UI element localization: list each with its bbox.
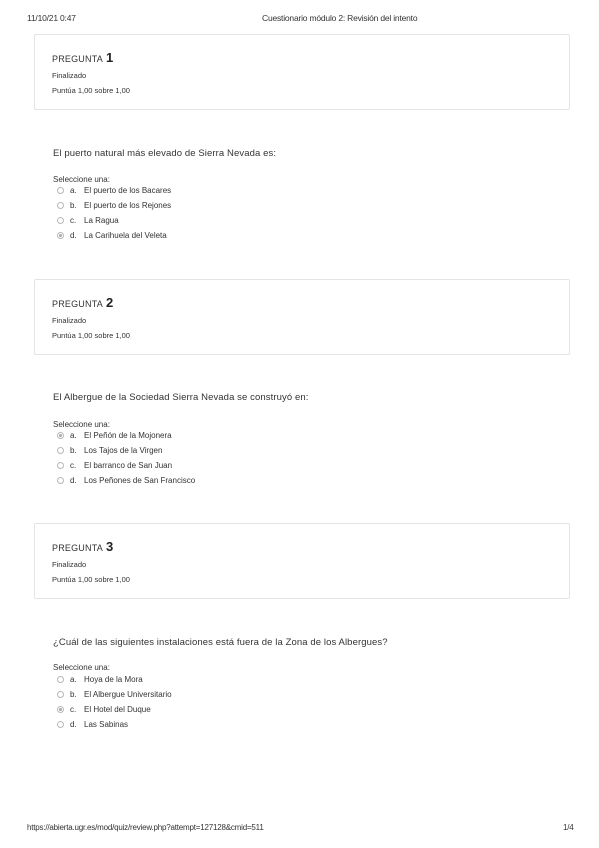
answer-options-2: a. El Peñón de la Mojonera b. Los Tajos de…	[57, 428, 195, 488]
option-text: El puerto de los Rejones	[84, 201, 172, 210]
option-letter: c.	[70, 216, 77, 225]
option-letter: d.	[70, 720, 77, 729]
question-label: PREGUNTA	[52, 543, 103, 553]
answer-options-3: a. Hoya de la Mora b. El Albergue Universi…	[57, 672, 172, 732]
answer-option[interactable]: d. Las Sabinas	[57, 717, 172, 732]
question-info-1: PREGUNTA 1 Finalizado Puntúa 1,00 sobre 1…	[34, 34, 570, 110]
option-text: El Peñón de la Mojonera	[84, 431, 172, 440]
question-heading: PREGUNTA 3	[52, 539, 113, 554]
answer-option[interactable]: b. El puerto de los Rejones	[57, 198, 171, 213]
question-state: Finalizado	[52, 316, 87, 325]
question-info-2: PREGUNTA 2 Finalizado Puntúa 1,00 sobre 1…	[34, 279, 570, 355]
question-heading: PREGUNTA 1	[52, 50, 113, 65]
option-text: El Hotel del Duque	[84, 705, 151, 714]
option-letter: b.	[70, 201, 77, 210]
radio-button[interactable]	[57, 217, 64, 224]
question-grade: Puntúa 1,00 sobre 1,00	[52, 86, 130, 95]
radio-button[interactable]	[57, 477, 64, 484]
answer-option[interactable]: c. El Hotel del Duque	[57, 702, 172, 717]
option-letter: d.	[70, 476, 77, 485]
question-state: Finalizado	[52, 71, 87, 80]
option-text: Los Peñones de San Francisco	[84, 476, 196, 485]
radio-button[interactable]	[57, 432, 64, 439]
radio-button[interactable]	[57, 462, 64, 469]
option-letter: b.	[70, 446, 77, 455]
option-text: Hoya de la Mora	[84, 675, 143, 684]
question-number: 1	[105, 50, 114, 65]
option-text: Los Tajos de la Virgen	[84, 446, 163, 455]
option-letter: c.	[70, 461, 77, 470]
question-label: PREGUNTA	[52, 54, 103, 64]
question-text-2: El Albergue de la Sociedad Sierra Nevada…	[53, 392, 309, 403]
option-letter: a.	[70, 431, 77, 440]
question-text-1: El puerto natural más elevado de Sierra …	[53, 148, 277, 159]
answer-prompt-3: Seleccione una:	[53, 663, 110, 672]
answer-options-1: a. El puerto de los Bacares b. El puerto d…	[57, 183, 171, 243]
radio-button[interactable]	[57, 187, 64, 194]
option-text: Las Sabinas	[84, 720, 129, 729]
option-letter: c.	[70, 705, 77, 714]
page-url: https://abierta.ugr.es/mod/quiz/review.p…	[27, 823, 264, 832]
radio-button[interactable]	[57, 691, 64, 698]
option-letter: a.	[70, 675, 77, 684]
page-number: 1/4	[563, 823, 574, 832]
answer-option[interactable]: a. El Peñón de la Mojonera	[57, 428, 195, 443]
radio-button[interactable]	[57, 721, 64, 728]
question-info-3: PREGUNTA 3 Finalizado Puntúa 1,00 sobre 1…	[34, 523, 570, 599]
print-date: 11/10/21 0:47	[27, 13, 76, 23]
option-letter: a.	[70, 186, 77, 195]
radio-button[interactable]	[57, 676, 64, 683]
option-text: El Albergue Universitario	[84, 690, 172, 699]
answer-option[interactable]: d. Los Peñones de San Francisco	[57, 473, 195, 488]
option-text: El puerto de los Bacares	[84, 186, 172, 195]
question-heading: PREGUNTA 2	[52, 295, 113, 310]
radio-button[interactable]	[57, 232, 64, 239]
radio-button[interactable]	[57, 447, 64, 454]
answer-option[interactable]: a. El puerto de los Bacares	[57, 183, 171, 198]
question-grade: Puntúa 1,00 sobre 1,00	[52, 331, 130, 340]
question-text-3: ¿Cuál de las siguientes instalaciones es…	[53, 637, 388, 648]
question-number: 3	[105, 539, 114, 554]
option-letter: b.	[70, 690, 77, 699]
question-label: PREGUNTA	[52, 299, 103, 309]
option-text: La Carihuela del Veleta	[84, 231, 167, 240]
option-text: El barranco de San Juan	[84, 461, 173, 470]
question-state: Finalizado	[52, 560, 87, 569]
radio-button[interactable]	[57, 202, 64, 209]
answer-option[interactable]: c. La Ragua	[57, 213, 171, 228]
answer-option[interactable]: a. Hoya de la Mora	[57, 672, 172, 687]
radio-button[interactable]	[57, 706, 64, 713]
option-text: La Ragua	[84, 216, 119, 225]
answer-option[interactable]: c. El barranco de San Juan	[57, 458, 195, 473]
option-letter: d.	[70, 231, 77, 240]
answer-option[interactable]: b. Los Tajos de la Virgen	[57, 443, 195, 458]
answer-option[interactable]: b. El Albergue Universitario	[57, 687, 172, 702]
answer-option[interactable]: d. La Carihuela del Veleta	[57, 228, 171, 243]
question-grade: Puntúa 1,00 sobre 1,00	[52, 575, 130, 584]
question-number: 2	[105, 295, 114, 310]
page-title: Cuestionario módulo 2: Revisión del inte…	[262, 13, 418, 23]
